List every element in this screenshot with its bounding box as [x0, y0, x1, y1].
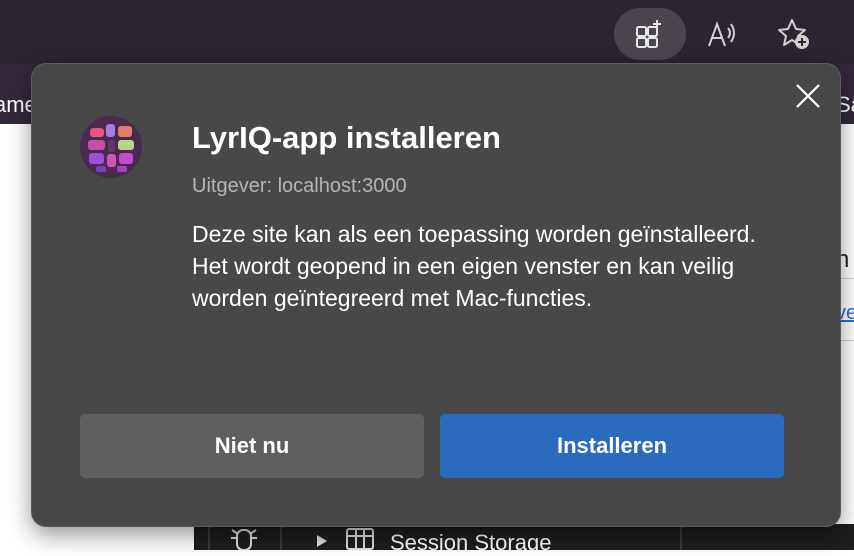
close-button[interactable]: [790, 78, 826, 114]
publisher-text: Uitgever: localhost:3000: [192, 175, 407, 197]
install-button[interactable]: Installeren: [440, 414, 784, 478]
bug-icon: [231, 529, 257, 550]
panel-divider: [208, 524, 210, 550]
dialog-description: Deze site kan als een toepassing worden …: [192, 221, 756, 311]
table-icon: [346, 528, 374, 550]
page-content: [840, 124, 854, 550]
add-favorite-button[interactable]: [758, 8, 830, 60]
session-storage-item[interactable]: Session Storage: [390, 530, 551, 556]
app-available-button[interactable]: [614, 8, 686, 60]
browser-toolbar: [0, 0, 854, 64]
install-app-dialog: LyrIQ-app installeren Uitgever: localhos…: [32, 64, 840, 526]
close-icon: [796, 84, 820, 108]
expand-triangle-icon[interactable]: [316, 534, 328, 548]
read-aloud-icon: [708, 21, 735, 47]
app-logo-icon: [80, 116, 142, 178]
app-install-icon: [636, 20, 661, 48]
read-aloud-button[interactable]: [687, 8, 759, 60]
star-add-icon: [778, 19, 809, 49]
dialog-title: LyrIQ-app installeren: [192, 120, 501, 155]
panel-divider: [280, 524, 282, 550]
not-now-button[interactable]: Niet nu: [80, 414, 424, 478]
panel-divider: [680, 524, 682, 550]
